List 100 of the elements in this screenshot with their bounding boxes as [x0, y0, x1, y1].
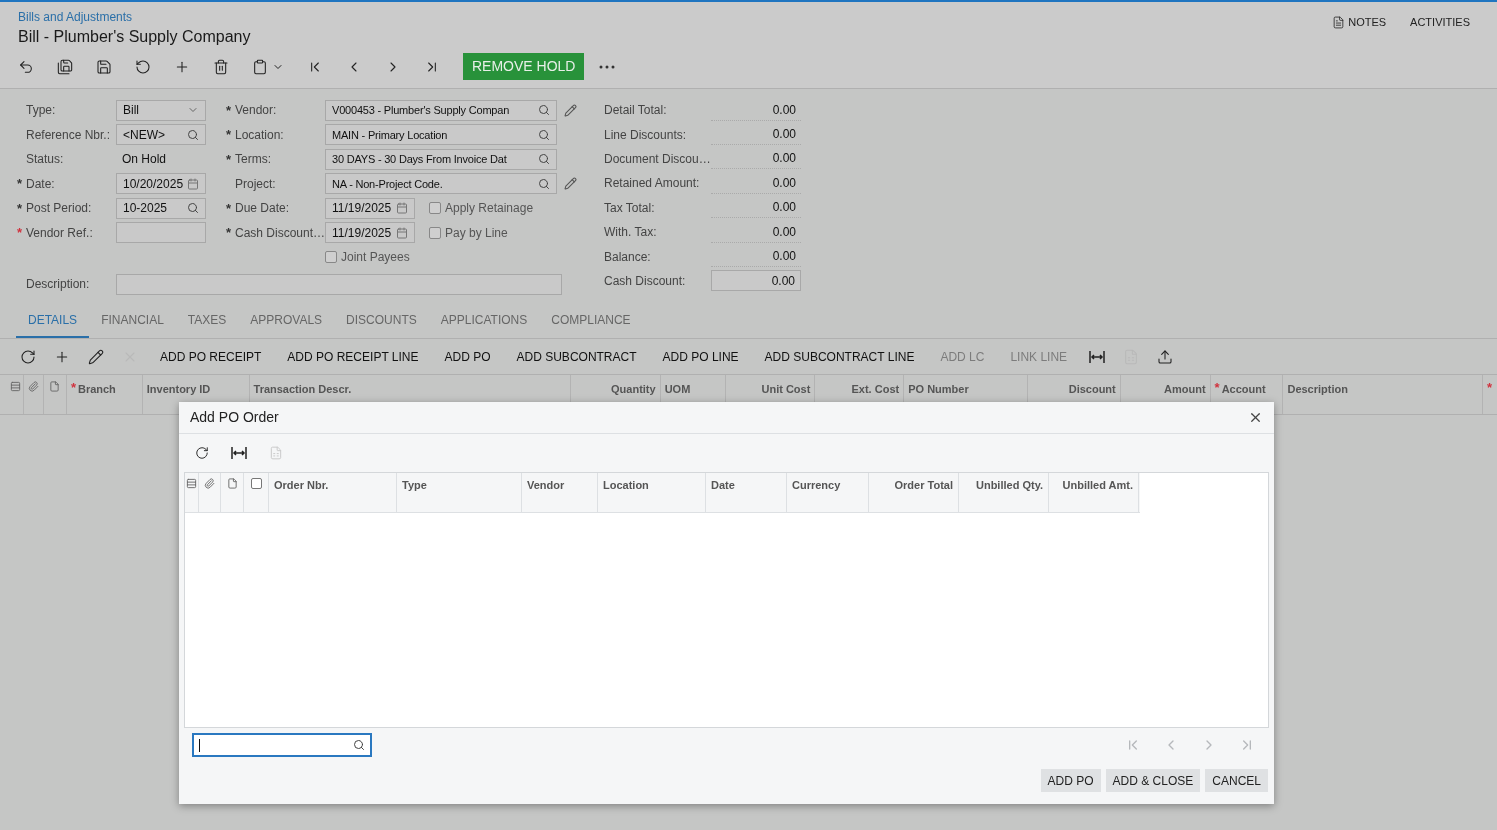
total-value[interactable]: 0.00	[711, 270, 801, 292]
field-label: Type:	[26, 102, 57, 120]
dialog-button[interactable]: CANCEL	[1205, 769, 1268, 792]
checkbox[interactable]	[429, 226, 441, 239]
lookup-field[interactable]: MAIN - Primary Location	[325, 124, 557, 146]
dialog-button[interactable]: ADD PO	[1040, 769, 1101, 792]
header-link[interactable]: ACTIVITIES	[1410, 14, 1470, 30]
rows-icon	[10, 381, 22, 392]
input-field[interactable]	[116, 222, 206, 244]
field-label: Date:	[26, 175, 56, 193]
field-label: Description:	[26, 276, 91, 293]
lookup-field[interactable]: V000453 - Plumber's Supply Compan	[325, 99, 557, 121]
grid-action-button[interactable]: ADD SUBCONTRACT LINE	[752, 347, 927, 366]
date-field[interactable]: 11/19/2025	[325, 197, 415, 219]
total-label: With. Tax:	[604, 224, 658, 242]
grid-action-button[interactable]: ADD PO	[432, 347, 503, 366]
calendar-icon	[396, 226, 408, 239]
select-all-checkbox[interactable]	[250, 478, 262, 489]
lookup-field[interactable]: NA - Non-Project Code.	[325, 173, 557, 195]
header-link[interactable]: NOTES	[1332, 14, 1387, 30]
dialog-button[interactable]: ADD & CLOSE	[1105, 769, 1201, 792]
more-icon	[599, 64, 616, 69]
close-button[interactable]	[1248, 410, 1263, 425]
field-label: Vendor:	[235, 102, 278, 120]
total-label: Detail Total:	[604, 102, 668, 120]
checkbox[interactable]	[429, 202, 441, 215]
search-field[interactable]	[192, 733, 372, 757]
description-field[interactable]	[116, 273, 562, 295]
checkbox-label: Pay by Line	[445, 224, 508, 242]
grid-action-button[interactable]: ADD PO LINE	[650, 347, 751, 366]
search-icon	[187, 202, 199, 215]
lookup-field[interactable]: <NEW>	[116, 124, 206, 146]
checkbox[interactable]	[325, 251, 337, 264]
field-label: Location:	[235, 126, 285, 144]
back-arrow-icon	[18, 58, 34, 75]
column-header[interactable]: Currency	[792, 479, 841, 491]
column-header[interactable]: Branch	[77, 381, 116, 414]
total-label: Line Discounts:	[604, 126, 688, 144]
lookup-field[interactable]: 10-2025	[116, 197, 206, 219]
grid-action-button[interactable]: ADD PO RECEIPT LINE	[275, 347, 431, 366]
total-label: Balance:	[604, 248, 652, 266]
total-value: 0.00	[711, 221, 801, 243]
grid-action-button[interactable]: ADD PO RECEIPT	[148, 347, 274, 366]
total-label: Cash Discount:	[604, 272, 687, 290]
required-mark: *	[226, 101, 233, 120]
paperclip-icon	[204, 478, 215, 489]
required-mark: *	[70, 381, 76, 397]
total-label: Retained Amount:	[604, 175, 701, 193]
search-icon	[187, 128, 199, 141]
file-icon	[49, 381, 61, 392]
date-field[interactable]: 10/20/2025	[116, 173, 206, 195]
rows-icon	[186, 478, 197, 489]
field-label: Vendor Ref.:	[26, 224, 94, 242]
total-value: 0.00	[711, 148, 801, 170]
column-header[interactable]: Description	[1287, 381, 1348, 414]
total-label: Tax Total:	[604, 199, 656, 217]
type-select[interactable]: Bill	[116, 99, 206, 121]
column-header[interactable]: Location	[603, 479, 649, 491]
fit-columns-icon	[1089, 349, 1106, 364]
total-label: Document Discou…	[604, 150, 711, 168]
column-header[interactable]: Vendor	[527, 479, 565, 491]
trash-icon	[213, 58, 229, 75]
search-icon	[538, 177, 550, 190]
note-icon	[1332, 15, 1346, 29]
clipboard-icon	[252, 58, 268, 75]
save-close-icon	[57, 58, 73, 75]
pencil-icon[interactable]	[564, 177, 577, 191]
total-value: 0.00	[711, 124, 801, 146]
checkbox-label: Joint Payees	[341, 249, 410, 267]
column-header[interactable]: Unbilled Amt.	[1062, 479, 1133, 491]
lookup-field[interactable]: 30 DAYS - 30 Days From Invoice Dat	[325, 148, 557, 170]
pencil-icon[interactable]	[564, 103, 577, 117]
search-icon	[353, 739, 365, 751]
checkbox-label: Apply Retainage	[445, 200, 534, 218]
required-mark: *	[226, 150, 233, 169]
dialog-title: Add PO Order	[190, 408, 279, 427]
paperclip-icon	[27, 381, 39, 392]
column-header[interactable]: Type	[402, 479, 427, 491]
field-label: Due Date:	[235, 200, 291, 218]
calendar-icon	[187, 177, 199, 190]
field-label: Terms:	[235, 151, 272, 169]
field-label: Status:	[26, 151, 65, 169]
status-value: On Hold	[121, 151, 168, 169]
field-label: Reference Nbr.:	[26, 126, 112, 144]
search-icon	[538, 128, 550, 141]
fit-columns-icon	[231, 446, 247, 460]
required-mark: *	[226, 199, 233, 218]
field-label: Cash Discount…	[235, 224, 325, 242]
grid-action-button[interactable]: ADD SUBCONTRACT	[504, 347, 649, 366]
column-header[interactable]: Order Total	[894, 479, 953, 491]
close-icon	[1248, 410, 1263, 425]
column-header[interactable]: Order Nbr.	[274, 479, 329, 491]
total-value: 0.00	[711, 172, 801, 194]
field-label: Project:	[235, 175, 277, 193]
total-value: 0.00	[711, 197, 801, 219]
column-header[interactable]: Date	[711, 479, 735, 491]
column-header[interactable]: Unbilled Qty.	[975, 479, 1043, 491]
undo-icon	[135, 58, 151, 75]
calendar-icon	[396, 202, 408, 215]
date-field[interactable]: 11/19/2025	[325, 222, 415, 244]
